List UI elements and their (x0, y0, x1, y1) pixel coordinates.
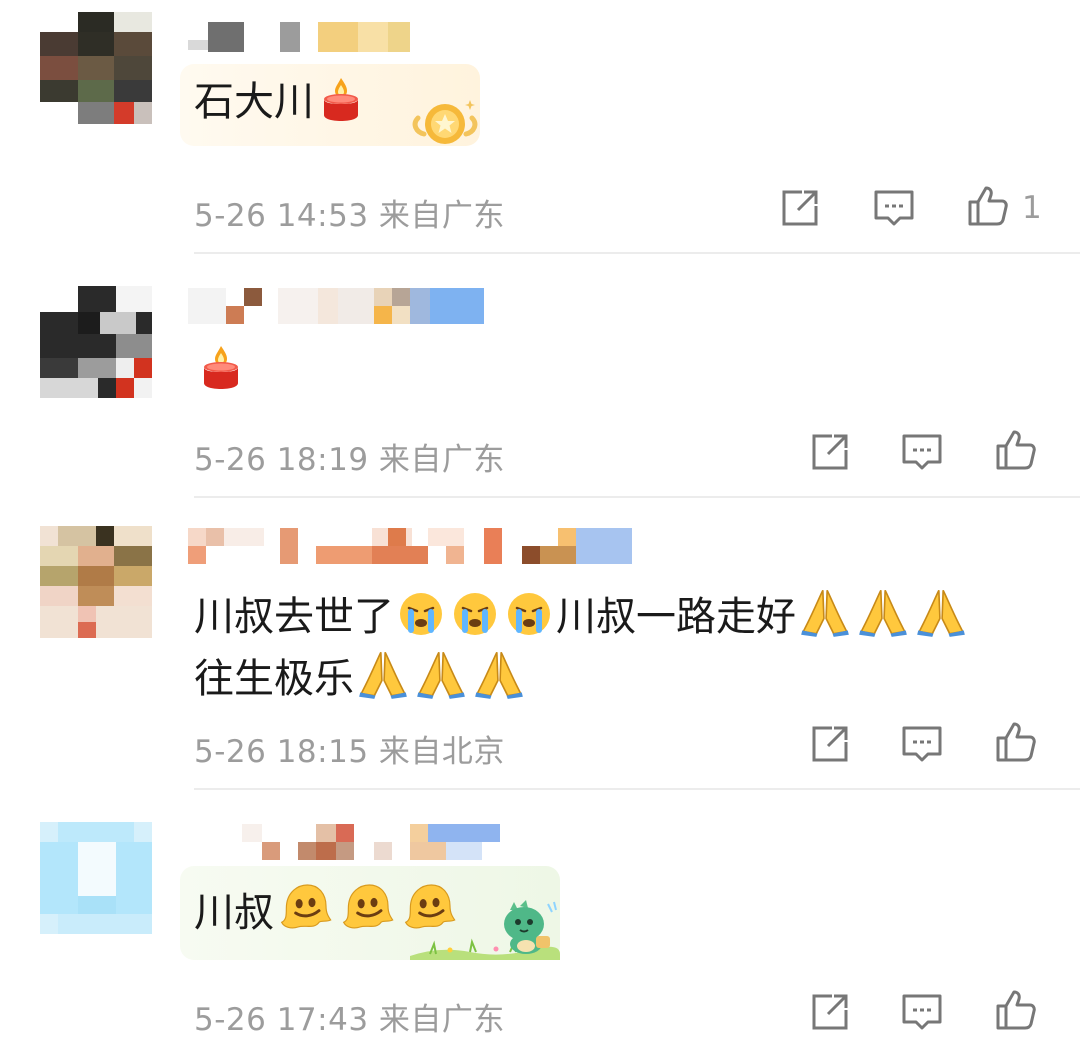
avatar[interactable] (40, 822, 152, 934)
praying-hands-icon (857, 586, 909, 653)
timestamp: 5-26 18:19 (194, 442, 369, 478)
nickname[interactable] (188, 528, 638, 564)
thumbs-up-icon (992, 718, 1040, 766)
share-icon (806, 428, 854, 476)
praying-hands-icon (415, 648, 467, 715)
like-count: 1 (1022, 190, 1042, 226)
praying-hands-icon (357, 648, 409, 715)
thumbs-up-icon (992, 426, 1040, 474)
comment-icon (898, 428, 946, 476)
share-icon (776, 184, 824, 232)
melting-face-icon (277, 878, 333, 949)
melting-face-icon (339, 878, 395, 949)
crying-face-icon (397, 590, 445, 653)
comment-icon (898, 720, 946, 768)
nickname[interactable] (188, 824, 508, 860)
like-button[interactable] (992, 986, 1040, 1034)
avatar[interactable] (40, 12, 152, 124)
star-badge-icon (410, 96, 480, 156)
location: 来自广东 (378, 1002, 505, 1038)
comment-text: 川叔去世了 川叔一路走好 (194, 586, 970, 653)
reply-button[interactable] (898, 428, 946, 476)
candle-icon (197, 343, 245, 406)
like-button[interactable] (992, 426, 1040, 474)
comment-text: 石大川 (194, 74, 368, 138)
comment-text-part: 川叔一路走好 (556, 594, 796, 640)
reply-button[interactable] (898, 720, 946, 768)
thumbs-up-icon (964, 182, 1012, 230)
praying-hands-icon (799, 586, 851, 653)
comment-text: 往生极乐 (194, 648, 528, 715)
praying-hands-icon (915, 586, 967, 653)
avatar[interactable] (40, 286, 152, 398)
like-button[interactable] (964, 182, 1012, 230)
comment-text-content: 川叔 (194, 890, 274, 936)
share-button[interactable] (806, 720, 854, 768)
comment-icon (870, 184, 918, 232)
praying-hands-icon (473, 648, 525, 715)
divider (194, 788, 1080, 790)
crying-face-icon (505, 590, 553, 653)
divider (194, 496, 1080, 498)
timestamp: 5-26 14:53 (194, 198, 369, 234)
timestamp: 5-26 17:43 (194, 1002, 369, 1038)
comment-meta: 5-26 18:19 来自广东 (194, 434, 505, 479)
comment-text (194, 342, 248, 406)
share-button[interactable] (806, 428, 854, 476)
share-button[interactable] (806, 988, 854, 1036)
comment-text-part: 川叔去世了 (194, 594, 394, 640)
comment-meta: 5-26 14:53 来自广东 (194, 190, 505, 235)
timestamp: 5-26 18:15 (194, 734, 369, 770)
thumbs-up-icon (992, 986, 1040, 1034)
divider (194, 252, 1080, 254)
location: 来自北京 (378, 734, 505, 770)
candle-icon (317, 75, 365, 138)
avatar[interactable] (40, 526, 152, 638)
comment-meta: 5-26 18:15 来自北京 (194, 726, 505, 771)
green-dinosaur-icon (496, 898, 562, 960)
nickname[interactable] (188, 288, 488, 324)
comment-icon (898, 988, 946, 1036)
comment-meta: 5-26 17:43 来自广东 (194, 994, 505, 1039)
crying-face-icon (451, 590, 499, 653)
share-button[interactable] (776, 184, 824, 232)
comment-text-part: 往生极乐 (194, 656, 354, 702)
location: 来自广东 (378, 442, 505, 478)
reply-button[interactable] (870, 184, 918, 232)
like-button[interactable] (992, 718, 1040, 766)
reply-button[interactable] (898, 988, 946, 1036)
share-icon (806, 720, 854, 768)
location: 来自广东 (378, 198, 505, 234)
comment-text-content: 石大川 (194, 79, 314, 125)
share-icon (806, 988, 854, 1036)
nickname[interactable] (188, 22, 418, 52)
